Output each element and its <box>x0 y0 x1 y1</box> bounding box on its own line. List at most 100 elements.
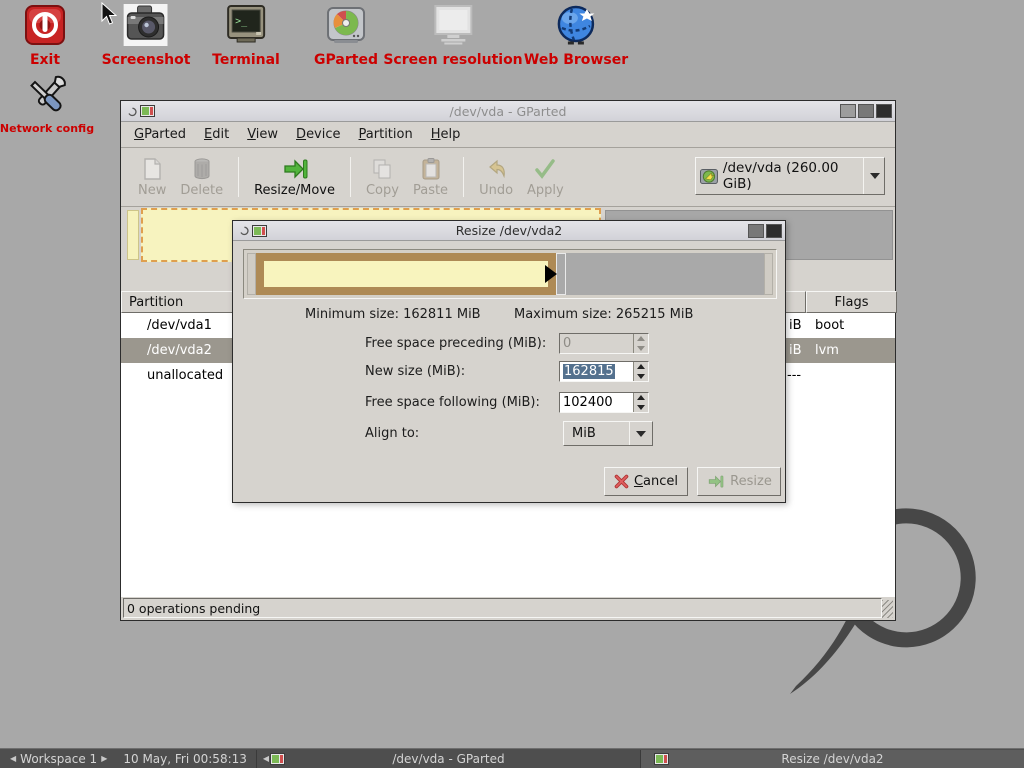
undo-button[interactable]: Undo <box>472 154 520 201</box>
column-header-flags[interactable]: Flags <box>806 291 897 313</box>
minimum-size-label: Minimum size: 162811 MiB <box>305 307 481 322</box>
statusbar: 0 operations pending <box>122 598 894 619</box>
combo-separator <box>863 158 864 194</box>
free-space-following-value[interactable]: 102400 <box>560 393 633 412</box>
dialog-titlebar: Resize /dev/vda2 <box>233 221 785 241</box>
terminal-icon: >_ <box>225 4 267 46</box>
close-button[interactable] <box>876 104 892 118</box>
new-size-label: New size (MiB): <box>365 364 465 379</box>
launcher-label: Terminal <box>212 52 280 68</box>
menu-edit[interactable]: Edit <box>195 123 238 146</box>
free-space-block <box>566 253 764 295</box>
cancel-button[interactable]: Cancel <box>604 467 688 496</box>
workspace-label: Workspace 1 <box>20 752 97 766</box>
launcher-web-browser[interactable]: Web Browser <box>524 4 628 68</box>
menu-view[interactable]: View <box>238 123 287 146</box>
device-label: /dev/vda (260.00 GiB) <box>723 160 863 192</box>
camera-icon <box>124 4 168 46</box>
disk-gauge-icon <box>324 4 368 46</box>
left-resize-handle[interactable] <box>247 253 256 295</box>
toolbar-label: Paste <box>413 183 448 198</box>
launcher-label: GParted <box>314 52 378 68</box>
pending-operations-status: 0 operations pending <box>127 601 260 616</box>
right-resize-handle[interactable] <box>556 253 566 295</box>
copy-icon <box>370 157 394 181</box>
copy-button[interactable]: Copy <box>359 154 406 201</box>
toolbar-label: Apply <box>527 183 564 198</box>
workspace-prev-icon[interactable]: ◀ <box>6 754 20 763</box>
minimize-button[interactable] <box>840 104 856 118</box>
spin-up-button <box>634 334 648 344</box>
resize-slider-widget <box>243 249 777 299</box>
resize-button-disabled[interactable]: Resize <box>697 467 781 496</box>
delete-button[interactable]: Delete <box>173 154 230 201</box>
spin-up-button[interactable] <box>634 362 648 372</box>
chevron-down-icon <box>870 173 880 179</box>
toolbar-separator <box>350 157 351 197</box>
free-space-preceding-spinbox: 0 <box>559 333 649 354</box>
resize-move-icon <box>282 157 308 181</box>
toolbar-label: Undo <box>479 183 513 198</box>
disk-icon <box>700 168 718 185</box>
toolbar-label: Delete <box>180 183 223 198</box>
launcher-label: Network config <box>0 122 94 135</box>
maximize-button[interactable] <box>748 224 764 238</box>
toolbar-separator <box>238 157 239 197</box>
free-space-following-label: Free space following (MiB): <box>365 395 540 410</box>
close-button[interactable] <box>766 224 782 238</box>
gparted-window-icon <box>252 225 267 237</box>
menu-partition[interactable]: Partition <box>350 123 422 146</box>
svg-text:>_: >_ <box>235 16 248 27</box>
launcher-gparted[interactable]: GParted <box>314 4 378 68</box>
taskbar: ◀ Workspace 1 ▶ 10 May, Fri 00:58:13 ◀ ▶… <box>0 748 1024 768</box>
dialog-title: Resize /dev/vda2 <box>233 223 785 238</box>
clock: 10 May, Fri 00:58:13 <box>117 749 253 768</box>
align-to-label: Align to: <box>365 426 419 441</box>
task-gparted-main[interactable]: /dev/vda - GParted <box>256 750 640 768</box>
gparted-window-icon <box>140 105 155 117</box>
delete-partition-icon <box>190 157 214 181</box>
debian-swirl-icon <box>236 224 249 237</box>
main-window-title: /dev/vda - GParted <box>121 104 895 119</box>
launcher-label: Screenshot <box>102 52 191 68</box>
power-icon <box>24 4 66 46</box>
resize-icon <box>706 474 725 489</box>
resize-grip[interactable] <box>882 600 893 618</box>
handle-arrow-icon <box>545 265 557 283</box>
menu-gparted[interactable]: GParted <box>125 123 195 146</box>
launcher-network-config[interactable]: Network config <box>0 74 94 135</box>
launcher-label: Exit <box>24 52 66 68</box>
resize-dialog: Resize /dev/vda2 Minimum size: 162811 Mi… <box>232 220 786 503</box>
new-size-value-selected[interactable]: 162815 <box>563 364 615 379</box>
launcher-label: Screen resolution <box>383 52 522 68</box>
paste-button[interactable]: Paste <box>406 154 455 201</box>
launcher-exit[interactable]: Exit <box>24 4 66 68</box>
main-titlebar: /dev/vda - GParted <box>121 101 895 122</box>
resize-move-button[interactable]: Resize/Move <box>247 154 342 201</box>
spin-down-button[interactable] <box>634 403 648 413</box>
menu-help[interactable]: Help <box>422 123 470 146</box>
free-space-following-spinbox[interactable]: 102400 <box>559 392 649 413</box>
partition-vda1-block[interactable] <box>127 210 139 260</box>
apply-button[interactable]: Apply <box>520 154 571 201</box>
far-right-handle[interactable] <box>764 253 773 295</box>
align-to-dropdown[interactable]: MiB <box>563 421 653 446</box>
tools-icon <box>23 74 71 120</box>
partition-size-block[interactable] <box>256 253 556 295</box>
workspace-next-icon[interactable]: ▶ <box>97 754 111 763</box>
spin-down-button[interactable] <box>634 372 648 382</box>
task-resize-dialog-active[interactable]: Resize /dev/vda2 <box>640 750 1024 768</box>
device-selector[interactable]: /dev/vda (260.00 GiB) <box>695 157 885 195</box>
menubar: GParted Edit View Device Partition Help <box>121 122 895 148</box>
launcher-label: Web Browser <box>524 52 628 68</box>
launcher-screen-resolution[interactable]: Screen resolution <box>383 4 522 68</box>
spin-up-button[interactable] <box>634 393 648 403</box>
maximize-button[interactable] <box>858 104 874 118</box>
new-button[interactable]: New <box>131 154 173 201</box>
menu-device[interactable]: Device <box>287 123 349 146</box>
workspace-switcher[interactable]: ◀ Workspace 1 ▶ <box>0 749 117 768</box>
new-size-spinbox[interactable]: 162815 <box>559 361 649 382</box>
launcher-terminal[interactable]: >_ Terminal <box>212 4 280 68</box>
cancel-x-icon <box>614 474 629 489</box>
toolbar-separator <box>463 157 464 197</box>
